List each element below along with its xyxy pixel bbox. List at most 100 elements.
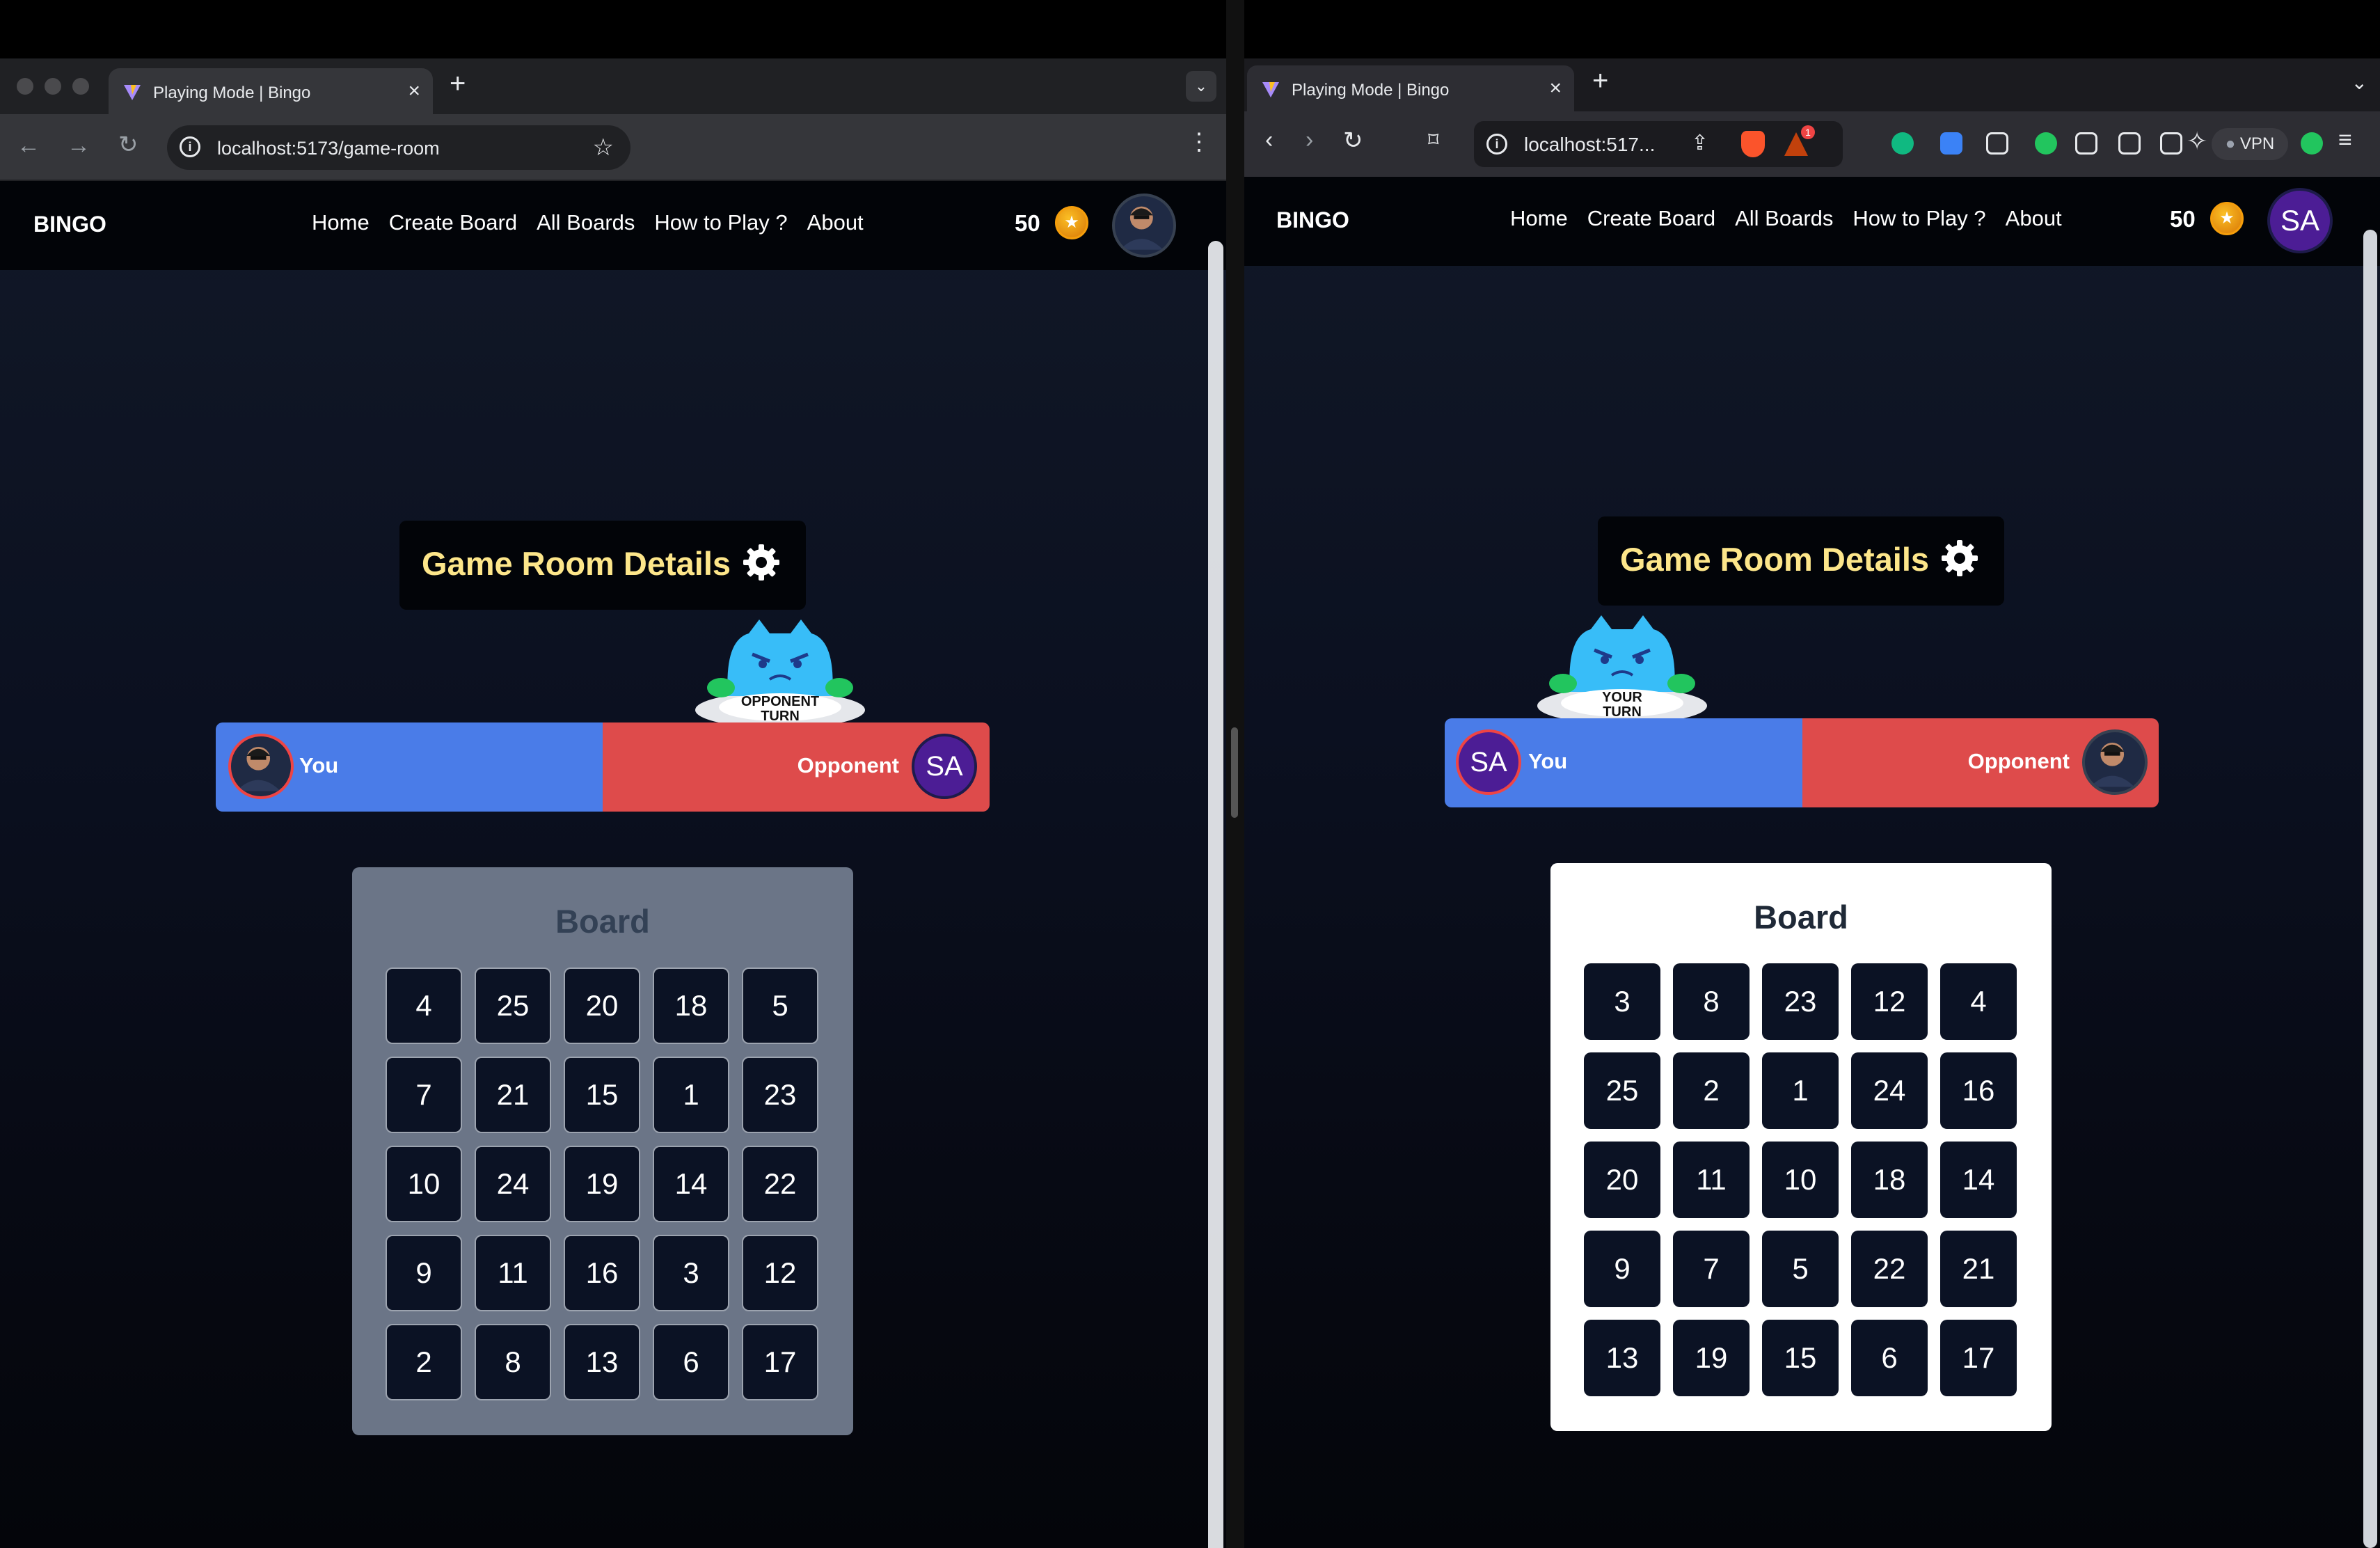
board-cell[interactable]: 16	[564, 1235, 640, 1311]
board-cell[interactable]: 5	[1762, 1231, 1839, 1307]
board-cell[interactable]: 12	[742, 1235, 818, 1311]
tab-close-icon[interactable]: ×	[408, 79, 420, 103]
new-tab-icon[interactable]: +	[450, 68, 466, 100]
zoom-window-button[interactable]	[72, 78, 89, 95]
board-cell[interactable]: 9	[1584, 1231, 1660, 1307]
board-cell[interactable]: 10	[386, 1146, 462, 1222]
browser-menu-icon[interactable]: ⋮	[1187, 128, 1211, 156]
nav-all-boards[interactable]: All Boards	[1735, 206, 1833, 231]
tab-close-icon[interactable]: ×	[1549, 77, 1562, 100]
nav-about[interactable]: About	[2006, 206, 2062, 231]
board-cell[interactable]: 10	[1762, 1142, 1839, 1218]
tab-list-chevron-icon[interactable]: ⌄	[2351, 71, 2367, 94]
settings-gear-icon[interactable]	[740, 542, 782, 583]
board-cell[interactable]: 21	[475, 1057, 551, 1133]
extensions-puzzle-icon[interactable]	[2075, 132, 2097, 155]
board-cell[interactable]: 18	[653, 968, 729, 1044]
board-cell[interactable]: 20	[564, 968, 640, 1044]
board-cell[interactable]: 6	[653, 1324, 729, 1400]
board-cell[interactable]: 3	[653, 1235, 729, 1311]
board-cell[interactable]: 7	[386, 1057, 462, 1133]
tab-search-chevron-icon[interactable]: ⌄	[1186, 71, 1216, 102]
settings-gear-icon[interactable]	[1939, 537, 1981, 579]
scrollbar[interactable]	[1208, 241, 1223, 1548]
board-cell[interactable]: 6	[1851, 1320, 1928, 1396]
board-cell[interactable]: 14	[653, 1146, 729, 1222]
bookmark-icon[interactable]: ⌑	[1428, 128, 1438, 152]
brand-logo[interactable]: BINGO	[1276, 207, 1349, 233]
board-cell[interactable]: 8	[1673, 963, 1750, 1040]
board-cell[interactable]: 16	[1940, 1052, 2017, 1129]
board-cell[interactable]: 5	[742, 968, 818, 1044]
board-cell[interactable]: 13	[1584, 1320, 1660, 1396]
board-cell[interactable]: 19	[1673, 1320, 1750, 1396]
back-icon[interactable]: ←	[17, 132, 40, 159]
board-cell[interactable]: 20	[1584, 1142, 1660, 1218]
browser-tab[interactable]: Playing Mode | Bingo ×	[1247, 65, 1574, 111]
site-info-icon[interactable]: i	[1486, 134, 1507, 155]
game-room-details[interactable]: Game Room Details	[399, 521, 806, 610]
nav-all-boards[interactable]: All Boards	[537, 210, 635, 235]
board-cell[interactable]: 8	[475, 1324, 551, 1400]
reload-icon[interactable]: ↻	[118, 131, 138, 159]
nav-how-to-play[interactable]: How to Play ?	[1853, 206, 1985, 231]
board-cell[interactable]: 24	[1851, 1052, 1928, 1129]
board-cell[interactable]: 2	[386, 1324, 462, 1400]
board-cell[interactable]: 15	[564, 1057, 640, 1133]
share-icon[interactable]: ⇪	[1691, 131, 1708, 155]
board-cell[interactable]: 1	[1762, 1052, 1839, 1129]
board-cell[interactable]: 17	[1940, 1320, 2017, 1396]
board-cell[interactable]: 25	[1584, 1052, 1660, 1129]
board-cell[interactable]: 9	[386, 1235, 462, 1311]
brand-logo[interactable]: BINGO	[33, 212, 106, 237]
board-cell[interactable]: 4	[1940, 963, 2017, 1040]
forward-icon[interactable]: ›	[1306, 127, 1313, 154]
wallet-icon[interactable]	[2160, 132, 2182, 155]
nav-how-to-play[interactable]: How to Play ?	[654, 210, 787, 235]
leo-ai-icon[interactable]: ✧	[2187, 127, 2207, 156]
extension-icon[interactable]	[1940, 132, 1962, 155]
nav-home[interactable]: Home	[312, 210, 370, 235]
close-window-button[interactable]	[17, 78, 33, 95]
forward-icon[interactable]: →	[67, 132, 90, 159]
board-cell[interactable]: 7	[1673, 1231, 1750, 1307]
board-cell[interactable]: 14	[1940, 1142, 2017, 1218]
board-cell[interactable]: 22	[1851, 1231, 1928, 1307]
browser-tab[interactable]: Playing Mode | Bingo ×	[109, 68, 433, 114]
board-cell[interactable]: 11	[475, 1235, 551, 1311]
nav-create-board[interactable]: Create Board	[389, 210, 517, 235]
bookmark-star-icon[interactable]: ☆	[593, 134, 614, 161]
address-bar[interactable]: i localhost:5173/game-room ☆	[167, 125, 630, 170]
board-cell[interactable]: 13	[564, 1324, 640, 1400]
board-cell[interactable]: 2	[1673, 1052, 1750, 1129]
nav-about[interactable]: About	[807, 210, 864, 235]
nav-home[interactable]: Home	[1510, 206, 1568, 231]
address-bar[interactable]: i localhost:517... ⇪ 1	[1474, 121, 1843, 167]
browser-menu-icon[interactable]: ≡	[2338, 127, 2352, 154]
board-cell[interactable]: 23	[1762, 963, 1839, 1040]
extension-icon[interactable]	[2035, 132, 2057, 155]
board-cell[interactable]: 17	[742, 1324, 818, 1400]
minimize-window-button[interactable]	[45, 78, 61, 95]
board-cell[interactable]: 11	[1673, 1142, 1750, 1218]
board-cell[interactable]: 18	[1851, 1142, 1928, 1218]
board-cell[interactable]: 4	[386, 968, 462, 1044]
board-cell[interactable]: 23	[742, 1057, 818, 1133]
color-picker-icon[interactable]	[1986, 132, 2008, 155]
split-view-handle[interactable]	[1231, 727, 1238, 818]
extension-icon[interactable]	[1891, 132, 1914, 155]
board-cell[interactable]: 3	[1584, 963, 1660, 1040]
board-cell[interactable]: 24	[475, 1146, 551, 1222]
scrollbar[interactable]	[2363, 230, 2377, 1548]
back-icon[interactable]: ‹	[1265, 127, 1273, 154]
site-info-icon[interactable]: i	[180, 136, 200, 157]
extension-icon[interactable]	[2301, 132, 2323, 155]
user-avatar[interactable]: SA	[2267, 188, 2333, 253]
board-cell[interactable]: 15	[1762, 1320, 1839, 1396]
user-avatar[interactable]	[1112, 194, 1176, 258]
game-room-details[interactable]: Game Room Details	[1598, 516, 2004, 606]
sidebar-icon[interactable]	[2118, 132, 2141, 155]
board-cell[interactable]: 1	[653, 1057, 729, 1133]
vpn-button[interactable]: ● VPN	[2212, 128, 2288, 160]
board-cell[interactable]: 25	[475, 968, 551, 1044]
